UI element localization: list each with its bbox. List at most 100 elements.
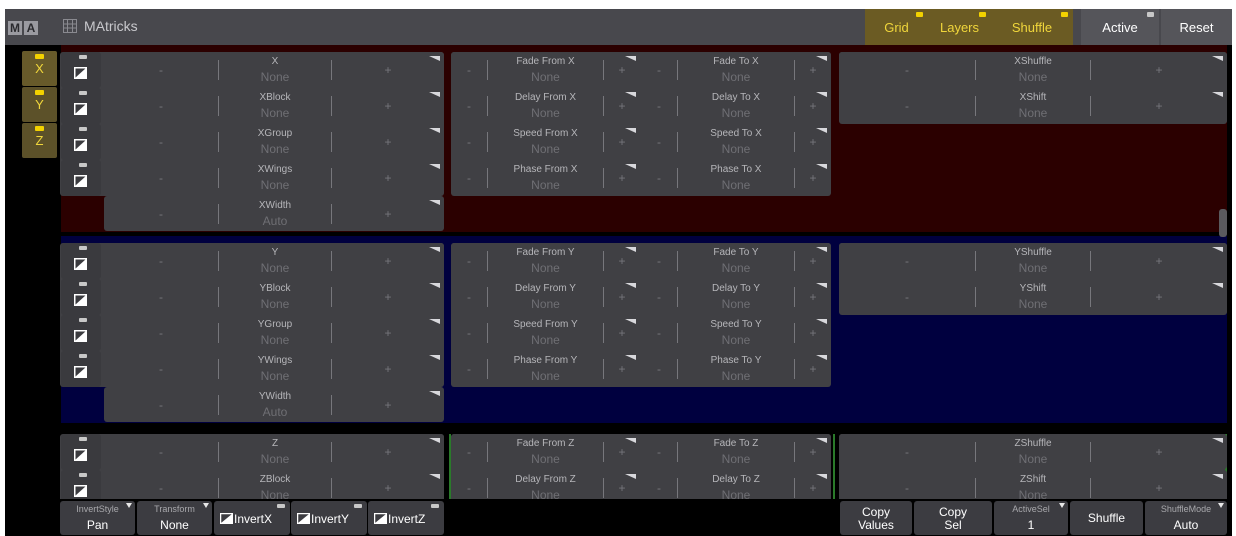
cell-value-area[interactable]: YWings None bbox=[218, 351, 332, 386]
shuffle-toggle-button[interactable]: Shuffle bbox=[991, 9, 1073, 45]
matricks-cell[interactable]: - YWidth Auto + bbox=[104, 387, 444, 422]
invert-toggle-button[interactable] bbox=[61, 315, 101, 351]
reset-button[interactable]: Reset bbox=[1161, 9, 1232, 45]
matricks-cell[interactable]: - YShift None + bbox=[839, 279, 1227, 314]
grid-button[interactable]: Grid bbox=[865, 9, 928, 45]
invert-z-button[interactable]: InvertZ bbox=[368, 501, 444, 535]
matricks-cell[interactable]: - Speed To Y None + bbox=[641, 315, 831, 350]
matricks-cell[interactable]: - Fade To X None + bbox=[641, 52, 831, 87]
decrement-button[interactable]: - bbox=[104, 124, 218, 159]
cell-value-area[interactable]: Fade From X None bbox=[487, 52, 604, 87]
cell-value-area[interactable]: Speed To Y None bbox=[677, 315, 795, 350]
cell-value-area[interactable]: XWings None bbox=[218, 160, 332, 195]
matricks-cell[interactable]: - Phase To Y None + bbox=[641, 351, 831, 386]
decrement-button[interactable]: - bbox=[451, 124, 487, 159]
decrement-button[interactable]: - bbox=[641, 243, 677, 278]
cell-value-area[interactable]: XBlock None bbox=[218, 88, 332, 123]
decrement-button[interactable]: - bbox=[451, 88, 487, 123]
matricks-cell[interactable]: - XGroup None + bbox=[104, 124, 444, 159]
decrement-button[interactable]: - bbox=[104, 160, 218, 195]
copy-values-button[interactable]: Copy Values bbox=[840, 501, 912, 535]
matricks-cell[interactable]: - XWidth Auto + bbox=[104, 196, 444, 231]
cell-value-area[interactable]: XWidth Auto bbox=[218, 196, 332, 231]
invert-toggle-button[interactable] bbox=[61, 434, 101, 470]
invert-x-button[interactable]: InvertX bbox=[214, 501, 290, 535]
matricks-cell[interactable]: - XBlock None + bbox=[104, 88, 444, 123]
cell-value-area[interactable]: Fade To X None bbox=[677, 52, 795, 87]
matricks-cell[interactable]: - XShift None + bbox=[839, 88, 1227, 123]
increment-button[interactable]: + bbox=[332, 243, 444, 278]
matricks-cell[interactable]: - Phase From Y None + bbox=[451, 351, 640, 386]
cell-value-area[interactable]: Phase To X None bbox=[677, 160, 795, 195]
decrement-button[interactable]: - bbox=[839, 434, 975, 469]
increment-button[interactable]: + bbox=[332, 315, 444, 350]
matricks-cell[interactable]: - YWings None + bbox=[104, 351, 444, 386]
increment-button[interactable]: + bbox=[1091, 279, 1227, 314]
matricks-cell[interactable]: - YShuffle None + bbox=[839, 243, 1227, 278]
decrement-button[interactable]: - bbox=[451, 243, 487, 278]
shuffle-button[interactable]: Shuffle bbox=[1070, 501, 1143, 535]
decrement-button[interactable]: - bbox=[104, 351, 218, 386]
decrement-button[interactable]: - bbox=[451, 351, 487, 386]
cell-value-area[interactable]: Y None bbox=[218, 243, 332, 278]
increment-button[interactable]: + bbox=[332, 351, 444, 386]
invert-style-button[interactable]: InvertStyle Pan bbox=[60, 501, 135, 535]
cell-value-area[interactable]: Z None bbox=[218, 434, 332, 469]
cell-value-area[interactable]: Fade From Z None bbox=[487, 434, 604, 469]
increment-button[interactable]: + bbox=[332, 196, 444, 231]
decrement-button[interactable]: - bbox=[104, 243, 218, 278]
invert-toggle-button[interactable] bbox=[61, 124, 101, 160]
cell-value-area[interactable]: Delay From X None bbox=[487, 88, 604, 123]
cell-value-area[interactable]: Speed From X None bbox=[487, 124, 604, 159]
matricks-cell[interactable]: - Y None + bbox=[104, 243, 444, 278]
cell-value-area[interactable]: YBlock None bbox=[218, 279, 332, 314]
decrement-button[interactable]: - bbox=[641, 52, 677, 87]
matricks-cell[interactable]: - X None + bbox=[104, 52, 444, 87]
increment-button[interactable]: + bbox=[332, 279, 444, 314]
cell-value-area[interactable]: Speed From Y None bbox=[487, 315, 604, 350]
cell-value-area[interactable]: Phase To Y None bbox=[677, 351, 795, 386]
cell-value-area[interactable]: Speed To X None bbox=[677, 124, 795, 159]
cell-value-area[interactable]: Fade From Y None bbox=[487, 243, 604, 278]
matricks-cell[interactable]: - YBlock None + bbox=[104, 279, 444, 314]
matricks-cell[interactable]: - Delay To Y None + bbox=[641, 279, 831, 314]
matricks-cell[interactable]: - Delay To X None + bbox=[641, 88, 831, 123]
cell-value-area[interactable]: Phase From Y None bbox=[487, 351, 604, 386]
active-button[interactable]: Active bbox=[1081, 9, 1159, 45]
cell-value-area[interactable]: Fade To Y None bbox=[677, 243, 795, 278]
scrollbar-handle[interactable] bbox=[1219, 209, 1227, 237]
decrement-button[interactable]: - bbox=[839, 243, 975, 278]
decrement-button[interactable]: - bbox=[641, 351, 677, 386]
decrement-button[interactable]: - bbox=[104, 279, 218, 314]
axis-x-button[interactable]: X bbox=[22, 51, 57, 86]
invert-toggle-button[interactable] bbox=[61, 243, 101, 279]
decrement-button[interactable]: - bbox=[641, 88, 677, 123]
cell-value-area[interactable]: Delay From Y None bbox=[487, 279, 604, 314]
cell-value-area[interactable]: YShuffle None bbox=[975, 243, 1091, 278]
increment-button[interactable]: + bbox=[332, 434, 444, 469]
matricks-cell[interactable]: - Delay From Y None + bbox=[451, 279, 640, 314]
cell-value-area[interactable]: Phase From X None bbox=[487, 160, 604, 195]
decrement-button[interactable]: - bbox=[451, 315, 487, 350]
invert-toggle-button[interactable] bbox=[61, 279, 101, 315]
matricks-cell[interactable]: - Fade To Y None + bbox=[641, 243, 831, 278]
increment-button[interactable]: + bbox=[1091, 243, 1227, 278]
invert-toggle-button[interactable] bbox=[61, 52, 101, 88]
axis-z-button[interactable]: Z bbox=[22, 123, 57, 158]
decrement-button[interactable]: - bbox=[104, 88, 218, 123]
cell-value-area[interactable]: YShift None bbox=[975, 279, 1091, 314]
decrement-button[interactable]: - bbox=[104, 434, 218, 469]
cell-value-area[interactable]: Fade To Z None bbox=[677, 434, 795, 469]
decrement-button[interactable]: - bbox=[104, 315, 218, 350]
axis-y-button[interactable]: Y bbox=[22, 87, 57, 122]
cell-value-area[interactable]: ZShuffle None bbox=[975, 434, 1091, 469]
cell-value-area[interactable]: XShift None bbox=[975, 88, 1091, 123]
layers-button[interactable]: Layers bbox=[928, 9, 991, 45]
matricks-cell[interactable]: - Speed To X None + bbox=[641, 124, 831, 159]
invert-y-button[interactable]: InvertY bbox=[291, 501, 367, 535]
matricks-cell[interactable]: - XShuffle None + bbox=[839, 52, 1227, 87]
active-sel-button[interactable]: ActiveSel 1 bbox=[994, 501, 1068, 535]
copy-sel-button[interactable]: Copy Sel bbox=[914, 501, 992, 535]
decrement-button[interactable]: - bbox=[104, 196, 218, 231]
matricks-cell[interactable]: - XWings None + bbox=[104, 160, 444, 195]
